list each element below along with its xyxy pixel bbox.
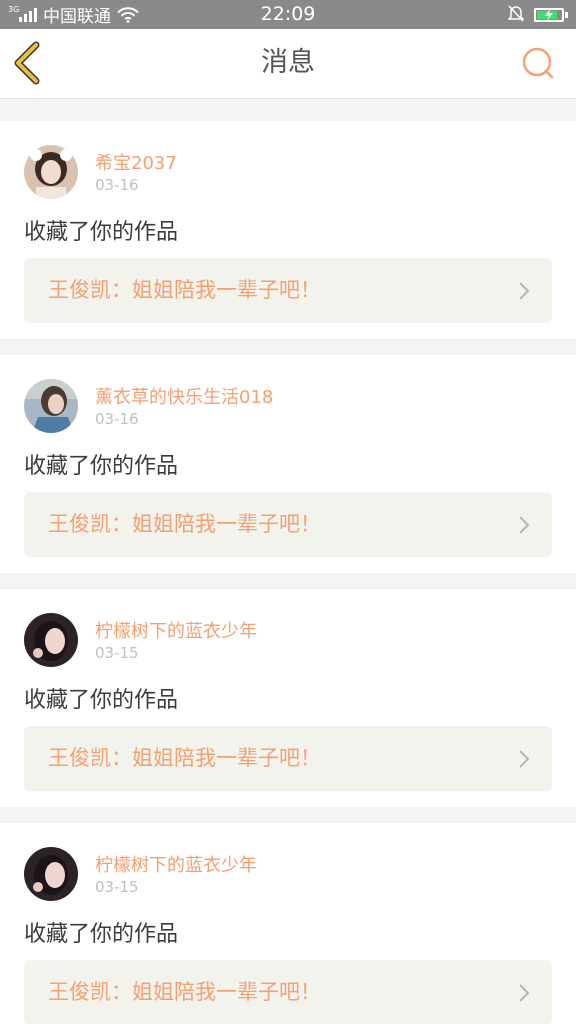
message-action: 收藏了你的作品 bbox=[24, 922, 179, 947]
search-icon bbox=[522, 47, 554, 79]
work-title: 王俊凯：姐姐陪我一辈子吧！ bbox=[48, 278, 321, 302]
message-list: 希宝2037 03-16 收藏了你的作品 王俊凯：姐姐陪我一辈子吧！ 薰衣草的快… bbox=[0, 121, 576, 1024]
battery-tip bbox=[565, 12, 568, 18]
message-date: 03-15 bbox=[95, 878, 139, 896]
message-action: 收藏了你的作品 bbox=[24, 220, 179, 245]
work-link[interactable]: 王俊凯：姐姐陪我一辈子吧！ bbox=[24, 726, 552, 791]
status-time: 22:09 bbox=[260, 3, 316, 25]
message-card: 薰衣草的快乐生活018 03-16 收藏了你的作品 王俊凯：姐姐陪我一辈子吧！ bbox=[0, 355, 576, 573]
message-card: 柠檬树下的蓝衣少年 03-15 收藏了你的作品 王俊凯：姐姐陪我一辈子吧！ bbox=[0, 823, 576, 1024]
battery-charging-icon bbox=[534, 8, 564, 22]
chevron-right-icon bbox=[519, 516, 530, 534]
navigation-bar: 消息 bbox=[0, 29, 576, 99]
avatar[interactable] bbox=[24, 847, 78, 901]
search-button[interactable] bbox=[518, 43, 558, 83]
work-link[interactable]: 王俊凯：姐姐陪我一辈子吧！ bbox=[24, 960, 552, 1024]
status-right bbox=[507, 4, 568, 26]
username-link[interactable]: 柠檬树下的蓝衣少年 bbox=[95, 617, 257, 643]
status-bar: 3G 中国联通 22:09 bbox=[0, 0, 576, 29]
work-link[interactable]: 王俊凯：姐姐陪我一辈子吧！ bbox=[24, 492, 552, 557]
work-title: 王俊凯：姐姐陪我一辈子吧！ bbox=[48, 512, 321, 536]
chevron-right-icon bbox=[519, 282, 530, 300]
page-title: 消息 bbox=[261, 47, 315, 78]
username-link[interactable]: 希宝2037 bbox=[95, 149, 177, 175]
username-link[interactable]: 柠檬树下的蓝衣少年 bbox=[95, 851, 257, 877]
avatar[interactable] bbox=[24, 613, 78, 667]
message-date: 03-15 bbox=[95, 644, 139, 662]
charging-bolt-icon bbox=[545, 9, 553, 21]
chevron-right-icon bbox=[519, 984, 530, 1002]
message-action: 收藏了你的作品 bbox=[24, 454, 179, 479]
message-date: 03-16 bbox=[95, 176, 139, 194]
chevron-right-icon bbox=[519, 750, 530, 768]
silent-bell-icon bbox=[507, 4, 525, 26]
message-card: 希宝2037 03-16 收藏了你的作品 王俊凯：姐姐陪我一辈子吧！ bbox=[0, 121, 576, 339]
message-date: 03-16 bbox=[95, 410, 139, 428]
message-card: 柠檬树下的蓝衣少年 03-15 收藏了你的作品 王俊凯：姐姐陪我一辈子吧！ bbox=[0, 589, 576, 807]
message-action: 收藏了你的作品 bbox=[24, 688, 179, 713]
avatar[interactable] bbox=[24, 379, 78, 433]
avatar[interactable] bbox=[24, 145, 78, 199]
app-screen: 3G 中国联通 22:09 消息 希宝2037 03-16 收藏了你的作品 王俊… bbox=[0, 0, 576, 1024]
work-link[interactable]: 王俊凯：姐姐陪我一辈子吧！ bbox=[24, 258, 552, 323]
work-title: 王俊凯：姐姐陪我一辈子吧！ bbox=[48, 746, 321, 770]
work-title: 王俊凯：姐姐陪我一辈子吧！ bbox=[48, 980, 321, 1004]
username-link[interactable]: 薰衣草的快乐生活018 bbox=[95, 383, 273, 409]
